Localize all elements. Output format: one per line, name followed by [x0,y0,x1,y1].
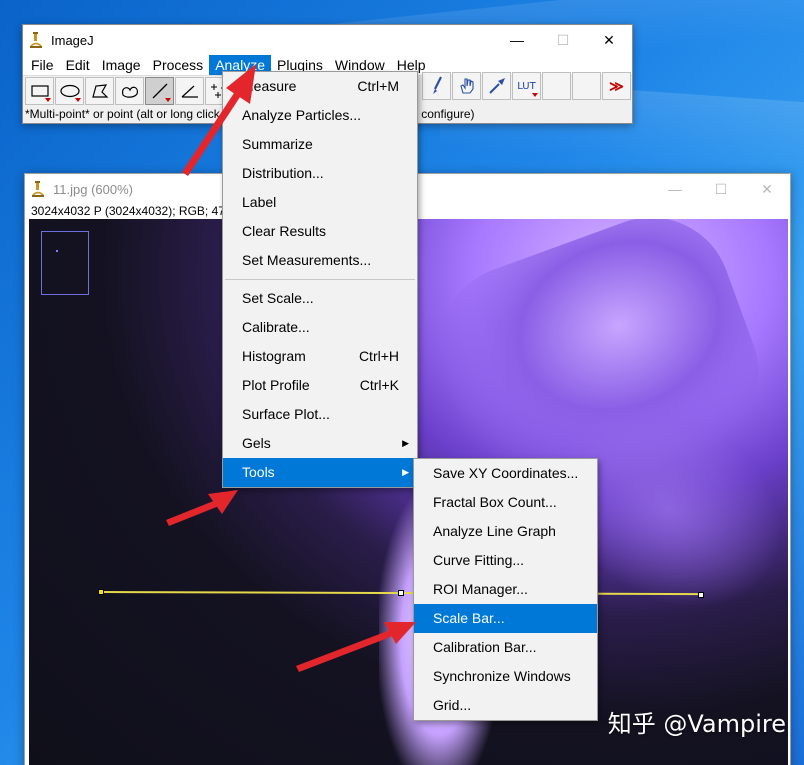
pan-hand-tool[interactable] [452,72,481,100]
image-minimize-button[interactable]: — [652,174,698,204]
more-tools-button[interactable]: ≫ [602,72,631,100]
menu-item-calibrate[interactable]: Calibrate... [223,313,417,342]
menu-item-surface-plot[interactable]: Surface Plot... [223,400,417,429]
line-end-handle[interactable] [698,592,704,598]
menu-item-summarize[interactable]: Summarize [223,130,417,159]
more-tools-icon: ≫ [609,77,624,94]
menu-file[interactable]: File [25,55,60,75]
menu-separator [225,279,415,280]
menu-item-histogram[interactable]: Histogram Ctrl+H [223,342,417,371]
main-titlebar[interactable]: ImageJ — ☐ ✕ [23,25,632,55]
minimize-button[interactable]: — [494,25,540,55]
watermark: 知乎 @Vampire [607,710,786,738]
menu-item-clear-results[interactable]: Clear Results [223,217,417,246]
lut-label: LUT [517,80,536,92]
tools-submenu: Save XY Coordinates... Fractal Box Count… [413,458,598,721]
microscope-icon [30,32,42,48]
brush-tool[interactable] [422,72,451,100]
menu-edit[interactable]: Edit [60,55,96,75]
empty-tool-slot[interactable] [572,72,601,100]
color-picker-tool[interactable] [482,72,511,100]
navigator-box [41,231,89,295]
menu-item-fractal-box-count[interactable]: Fractal Box Count... [414,488,597,517]
submenu-arrow-icon: ▶ [402,438,409,448]
menu-item-measure[interactable]: Measure Ctrl+M [223,72,417,101]
dropper-icon [488,78,505,94]
menu-item-set-scale[interactable]: Set Scale... [223,284,417,313]
menu-item-save-xy-coordinates[interactable]: Save XY Coordinates... [414,459,597,488]
oval-tool[interactable] [55,76,84,105]
menu-item-scale-bar[interactable]: Scale Bar... [414,604,597,633]
line-tool[interactable] [145,76,174,105]
image-maximize-button[interactable]: ☐ [698,174,744,204]
freehand-tool[interactable] [115,76,144,105]
menu-item-curve-fitting[interactable]: Curve Fitting... [414,546,597,575]
menu-item-plot-profile[interactable]: Plot Profile Ctrl+K [223,371,417,400]
menu-item-calibration-bar[interactable]: Calibration Bar... [414,633,597,662]
analyze-menu: Measure Ctrl+M Analyze Particles... Summa… [222,71,418,488]
menu-item-label[interactable]: Label [223,188,417,217]
menu-process[interactable]: Process [147,55,210,75]
menu-item-tools[interactable]: Tools ▶ [223,458,417,487]
rectangle-tool[interactable] [25,76,54,105]
menu-item-roi-manager[interactable]: ROI Manager... [414,575,597,604]
menu-item-grid[interactable]: Grid... [414,691,597,720]
angle-tool[interactable] [175,76,204,105]
line-start-handle[interactable] [98,589,104,595]
angle-icon [181,85,198,98]
menu-item-distribution[interactable]: Distribution... [223,159,417,188]
hand-icon [459,78,474,94]
brush-icon [432,76,442,94]
main-window-title: ImageJ [51,32,94,48]
menu-item-analyze-particles[interactable]: Analyze Particles... [223,101,417,130]
lut-button[interactable]: LUT [512,72,541,100]
image-close-button[interactable]: ✕ [744,174,790,204]
line-mid-handle[interactable] [398,590,404,596]
menu-item-synchronize-windows[interactable]: Synchronize Windows [414,662,597,691]
menu-item-gels[interactable]: Gels ▶ [223,429,417,458]
close-button[interactable]: ✕ [586,25,632,55]
menu-image[interactable]: Image [96,55,147,75]
empty-tool-slot[interactable] [542,72,571,100]
oval-icon [59,84,80,97]
rectangle-icon [30,84,49,97]
microscope-icon [32,181,44,197]
menu-item-set-measurements[interactable]: Set Measurements... [223,246,417,275]
polygon-tool[interactable] [85,76,114,105]
freehand-icon [121,86,138,98]
submenu-arrow-icon: ▶ [402,467,409,477]
menu-item-analyze-line-graph[interactable]: Analyze Line Graph [414,517,597,546]
navigator-dot [56,250,58,252]
maximize-button[interactable]: ☐ [540,25,586,55]
image-window-title: 11.jpg (600%) [53,181,133,197]
polygon-icon [91,83,108,98]
